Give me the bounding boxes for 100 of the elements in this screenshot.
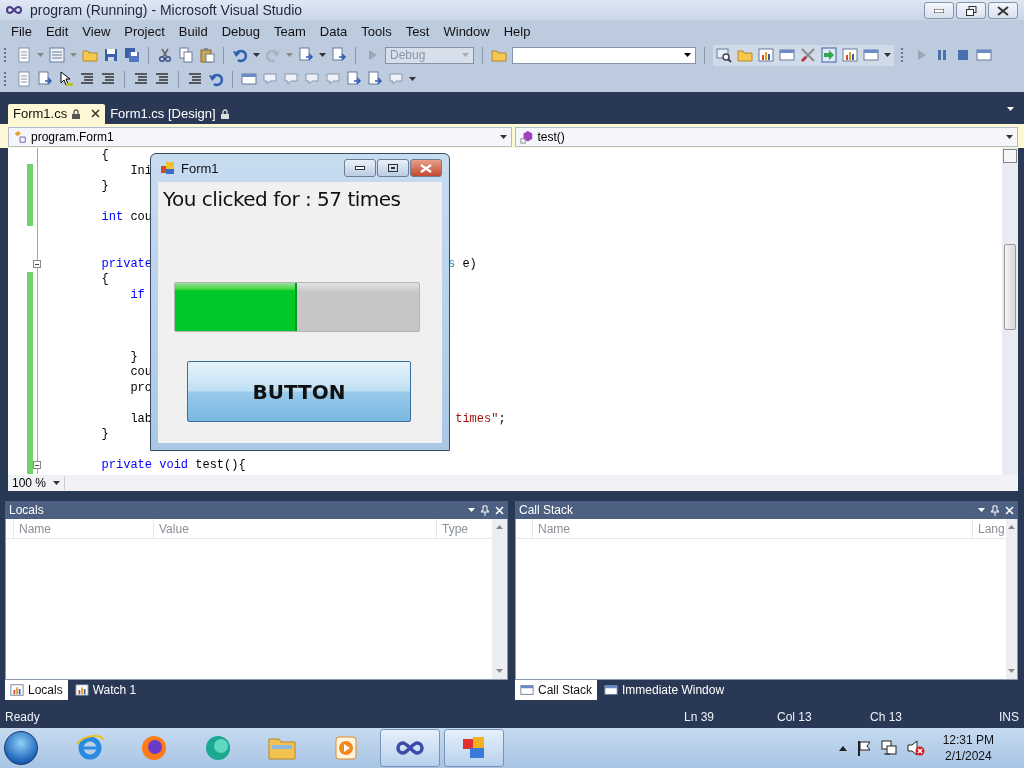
tools-icon[interactable] [800,47,816,64]
restore-button[interactable] [956,2,986,20]
panel-tab[interactable]: Immediate Window [599,680,730,701]
code-line: private void test(){ [100,458,246,474]
arrow-icon[interactable] [821,47,837,64]
panel-tab[interactable]: Watch 1 [69,680,142,701]
close-icon [997,5,1009,16]
cut-icon[interactable] [157,47,173,64]
window-title: program (Running) - Microsoft Visual Studio [30,1,304,18]
start-button[interactable] [4,731,38,766]
code-line: times"; [454,411,506,428]
copy-icon[interactable] [178,47,194,64]
window-title: Form1 [181,160,220,176]
menu-item[interactable]: Project [117,24,172,40]
menu-item[interactable]: Test [398,24,437,40]
code-line: if [129,287,145,304]
code-line: private [100,256,153,273]
code-line: } [100,179,109,195]
menu-item[interactable]: Tools [354,24,399,40]
scroll-up-icon[interactable] [496,525,503,530]
caret-icon[interactable] [499,134,507,139]
caret-icon[interactable] [978,508,985,513]
network-icon[interactable] [880,740,897,757]
char-number: Ch 13 [870,709,903,724]
undo-icon[interactable] [232,47,248,64]
click-button[interactable]: BUTTON [187,361,411,423]
collapse-toggle[interactable] [33,461,41,470]
close-icon[interactable] [91,109,101,119]
menu-item[interactable]: File [4,24,39,40]
menu-item[interactable]: View [75,24,118,40]
panel-title: Locals [9,503,45,518]
pin-icon[interactable] [991,505,999,516]
caret-icon[interactable] [253,53,260,58]
menu-item[interactable]: Help [496,24,538,40]
minimize-button[interactable] [344,159,376,178]
menu-item[interactable]: Team [267,24,313,40]
status-message: Ready [5,709,41,724]
code-line: Ini [129,163,153,180]
paste-icon[interactable] [199,47,215,64]
taskbar-button[interactable] [444,729,504,768]
close-button[interactable] [988,2,1018,20]
caret-icon[interactable] [319,53,326,58]
infinity-icon [6,5,22,14]
code-line: } [129,349,138,366]
method-icon [519,129,534,144]
pointer-icon[interactable] [58,71,74,88]
document-tab[interactable]: Form1.cs [Design] [105,103,234,124]
caret-icon[interactable] [53,481,60,486]
insert-mode: INS [999,709,1019,724]
horizontal-scrollbar[interactable]: 100 % [8,475,1018,492]
column-number: Col 13 [777,709,813,724]
find-icon[interactable] [716,47,732,64]
menu-item[interactable]: Data [312,24,355,40]
zoom-dropdown[interactable]: 100 % [8,476,65,491]
clock-time: 12:31 PM [942,732,994,749]
vertical-scrollbar[interactable] [1002,148,1018,476]
member-dropdown[interactable]: test() [514,126,1018,147]
scroll-down-icon[interactable] [496,669,503,674]
panel-tab[interactable]: Call Stack [515,680,598,701]
caret-icon[interactable] [409,77,416,82]
taskbar-button[interactable] [380,729,440,768]
line-number: Ln 39 [684,709,715,724]
caret-icon[interactable] [468,508,475,513]
menu-item[interactable]: Build [171,24,215,40]
minimize-icon [934,8,944,13]
caret-icon[interactable] [884,53,891,58]
flag-icon[interactable] [856,740,871,757]
app-icon [161,161,175,176]
caret-icon[interactable] [838,745,847,751]
scroll-up-icon[interactable] [1008,525,1015,530]
code-line: } [100,427,109,443]
page-arrow-icon[interactable] [37,71,53,88]
clock-date: 2/1/2024 [944,748,992,765]
click-count-label: You clicked for : 57 times [162,186,402,212]
class-icon [13,129,27,144]
minimize-icon [355,166,365,171]
code-line: { [100,272,109,288]
document-tab[interactable]: Form1.cs [8,103,106,124]
save-icon[interactable] [103,47,119,64]
menu-item[interactable]: Debug [214,24,267,40]
maximize-button[interactable] [377,159,409,178]
muted-speaker-icon[interactable] [906,740,925,757]
menu-item[interactable]: Window [436,24,497,40]
close-icon [420,163,432,173]
maximize-icon [388,164,398,173]
caret-icon[interactable] [1006,134,1013,139]
menu-item[interactable]: Edit [38,24,76,40]
pin-icon[interactable] [481,505,489,516]
caret-icon[interactable] [684,53,691,58]
code-line: { [100,148,109,164]
type-dropdown[interactable]: program.Form1 [8,126,512,147]
vertical-scrollbar[interactable] [492,519,507,680]
collapse-toggle[interactable] [33,259,41,268]
panel-tab[interactable]: Locals [5,680,68,701]
panel-title: Call Stack [519,503,575,518]
vertical-scrollbar[interactable] [1006,519,1017,680]
restore-icon [965,5,977,16]
caret-icon[interactable] [1007,106,1014,111]
scroll-down-icon[interactable] [1008,669,1015,674]
save-all-icon[interactable] [124,47,140,64]
